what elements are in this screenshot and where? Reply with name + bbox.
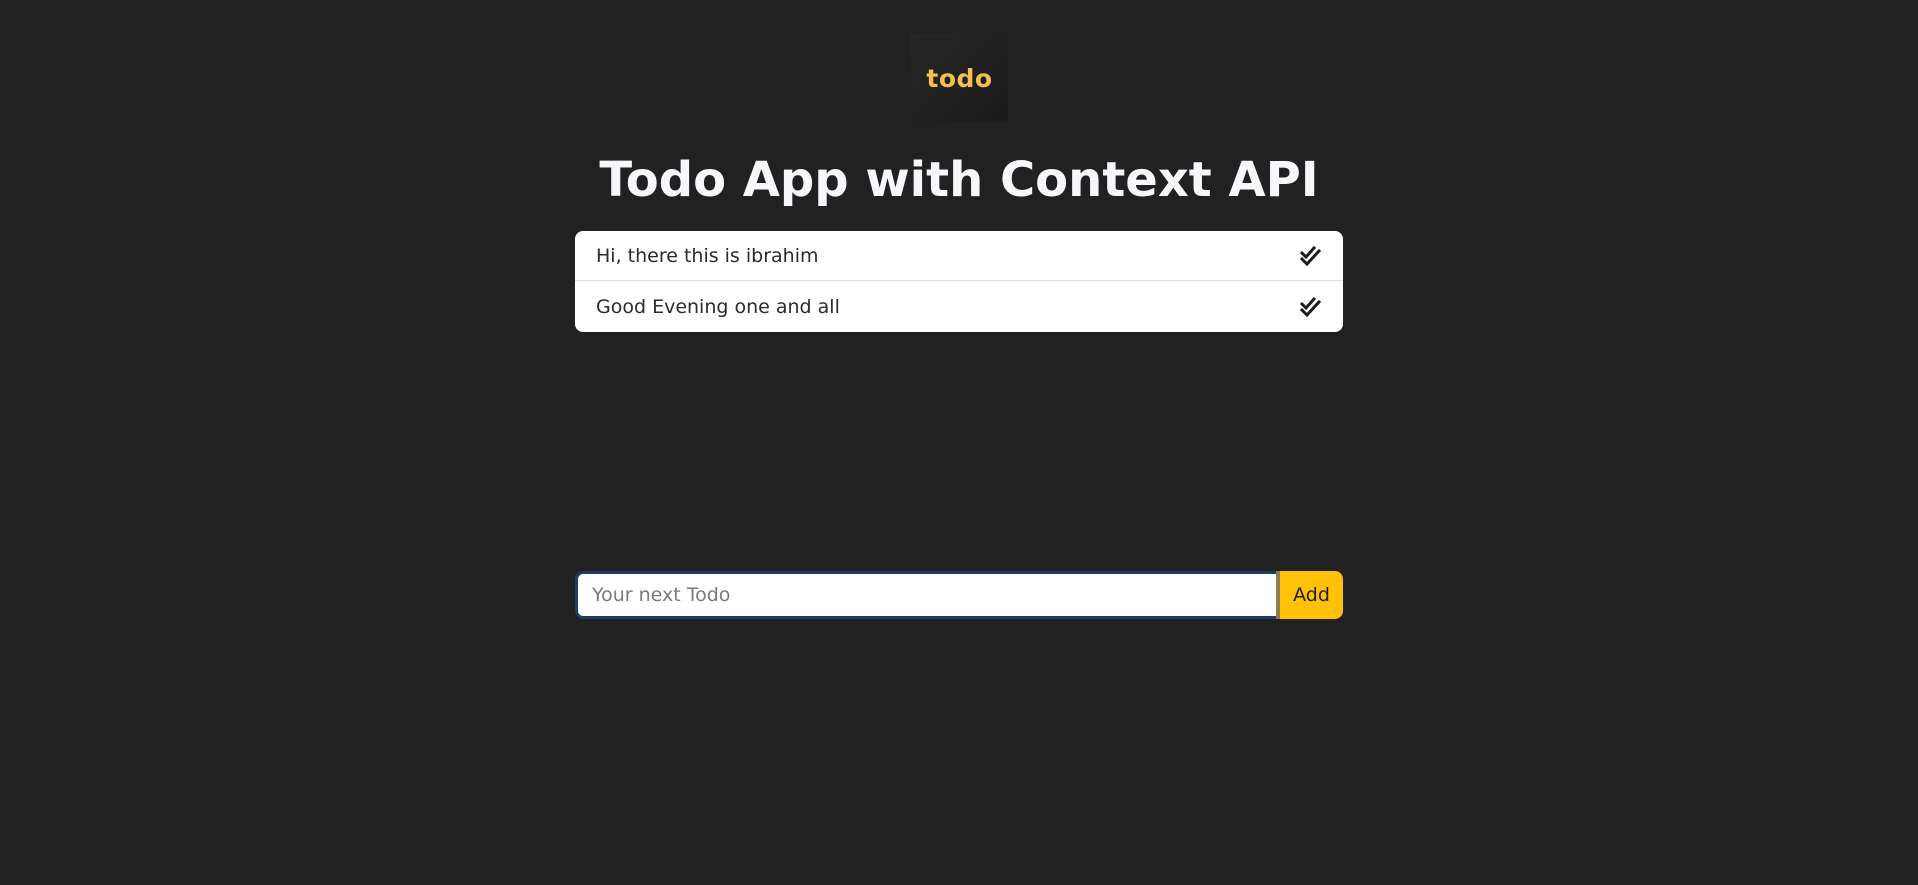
double-check-icon[interactable]: [1299, 244, 1323, 268]
logo: todo: [911, 34, 1008, 122]
add-button[interactable]: Add: [1280, 571, 1343, 619]
todo-input[interactable]: [575, 571, 1276, 619]
todo-app-page: todo Todo App with Context API Hi, there…: [0, 0, 1918, 885]
todo-item-2: Good Evening one and all: [575, 281, 1343, 332]
logo-text: todo: [926, 63, 993, 93]
todo-item-text: Good Evening one and all: [596, 295, 840, 318]
todo-item-text: Hi, there this is ibrahim: [596, 244, 819, 267]
todo-list: Hi, there this is ibrahim Good Evening o…: [575, 231, 1343, 332]
double-check-icon[interactable]: [1299, 295, 1323, 319]
todo-item-1: Hi, there this is ibrahim: [575, 231, 1343, 281]
add-todo-form: Add: [575, 571, 1343, 619]
page-title: Todo App with Context API: [599, 152, 1319, 208]
